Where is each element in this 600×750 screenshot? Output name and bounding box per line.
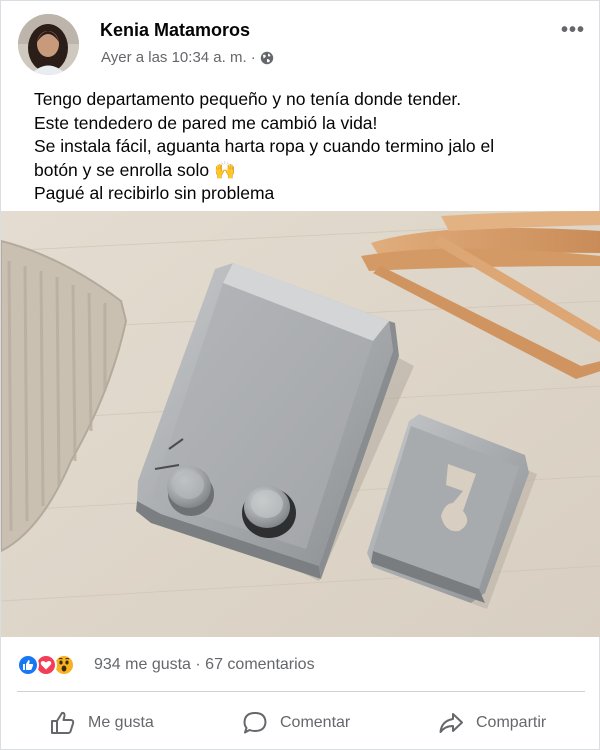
- post-text-line: Se instala fácil, aguanta harta ropa y c…: [34, 136, 495, 156]
- avatar[interactable]: [18, 14, 79, 75]
- comment-icon: [243, 712, 267, 734]
- like-button-label: Me gusta: [88, 714, 154, 731]
- reaction-icons[interactable]: [17, 653, 75, 677]
- share-icon: [439, 713, 463, 733]
- post-header: Kenia Matamoros Ayer a las 10:34 a. m. ·…: [1, 1, 600, 83]
- post-timestamp[interactable]: Ayer a las 10:34 a. m. ·: [101, 49, 256, 66]
- more-options-icon[interactable]: •••: [561, 19, 585, 42]
- thumbs-up-icon: [51, 711, 75, 734]
- post-text-line: Este tendedero de pared me cambió la vid…: [34, 112, 378, 133]
- share-button[interactable]: Compartir: [438, 701, 546, 745]
- reaction-comment-count[interactable]: 934 me gusta · 67 comentarios: [94, 656, 315, 674]
- post-text-line: botón y se enrolla solo 🙌: [34, 159, 236, 180]
- author-name[interactable]: Kenia Matamoros: [100, 20, 250, 41]
- post-meta: Ayer a las 10:34 a. m. ·: [101, 49, 274, 66]
- like-icon: [17, 654, 39, 676]
- share-button-label: Compartir: [476, 714, 547, 731]
- comment-button[interactable]: Comentar: [242, 701, 350, 745]
- divider: [17, 691, 585, 692]
- post-photo[interactable]: [1, 211, 600, 637]
- post-actions: Me gusta Comentar Compartir: [1, 701, 600, 745]
- comment-button-label: Comentar: [280, 714, 351, 731]
- post-text: Tengo departamento pequeño y no tenía do…: [34, 88, 574, 206]
- avatar-image: [18, 14, 79, 75]
- post-text-line: Pagué al recibirlo sin problema: [34, 183, 275, 203]
- globe-icon[interactable]: [260, 51, 274, 65]
- facebook-post: Kenia Matamoros Ayer a las 10:34 a. m. ·…: [0, 0, 600, 750]
- product-photo: [1, 211, 600, 637]
- like-button[interactable]: Me gusta: [50, 701, 154, 745]
- post-text-line: Tengo departamento pequeño y no tenía do…: [34, 89, 462, 109]
